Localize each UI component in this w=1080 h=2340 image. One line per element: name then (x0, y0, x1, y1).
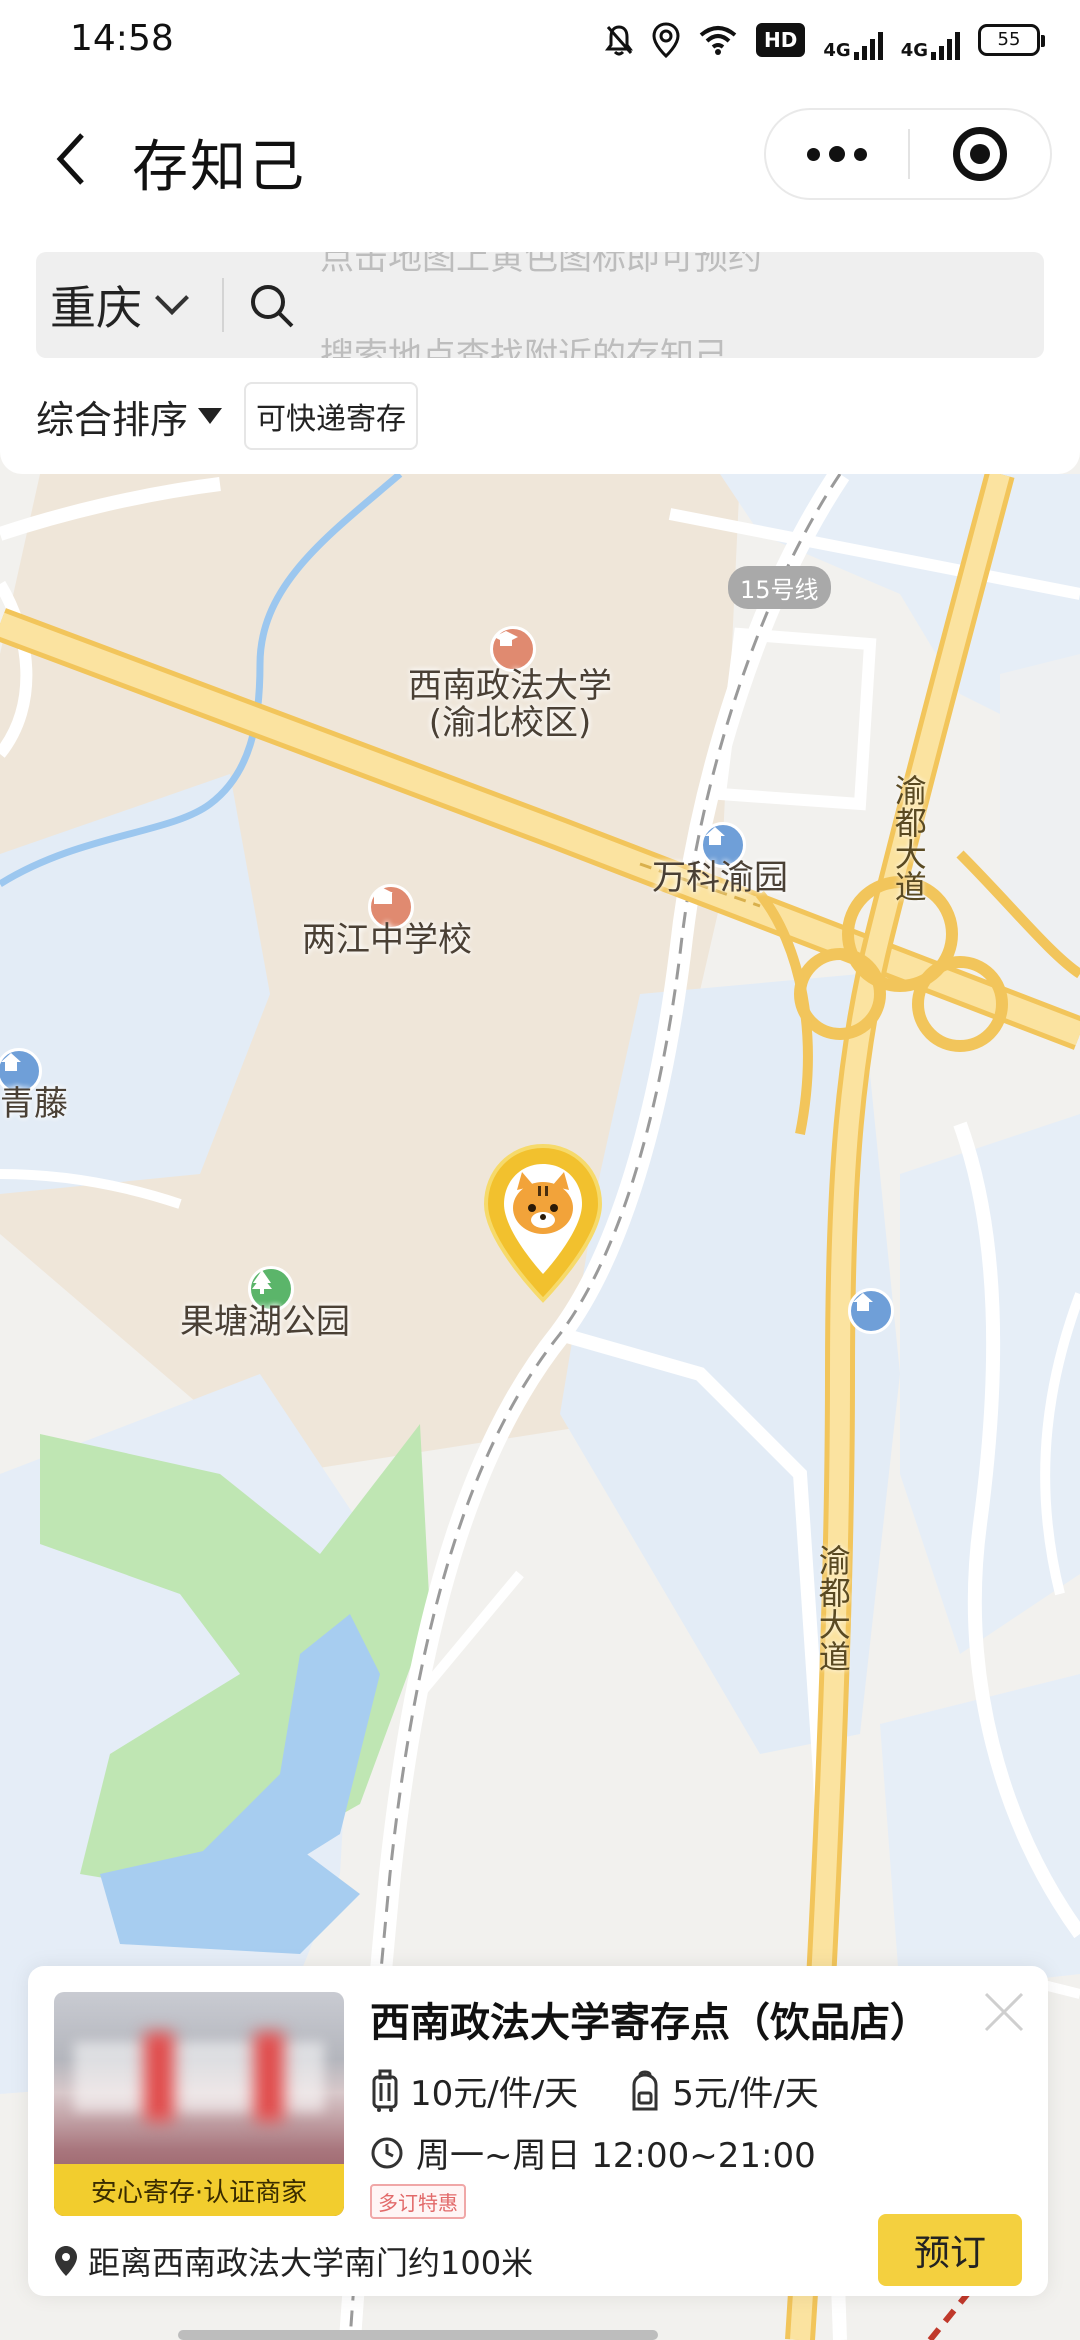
hd-icon: HD (756, 23, 806, 57)
poi-left-label[interactable]: 青藤 (0, 1085, 68, 1123)
promo-tag: 多订特惠 (370, 2184, 466, 2219)
home-indicator[interactable] (178, 2330, 658, 2340)
express-storage-filter[interactable]: 可快递寄存 (244, 382, 419, 450)
back-button[interactable] (40, 124, 100, 194)
page-title: 存知己 (132, 135, 306, 200)
sort-label: 综合排序 (36, 397, 189, 442)
signal-icon: 4G (823, 20, 883, 61)
search-input[interactable]: 点击地图上黄色图标即可预约 搜索地点查找附近的存知己 (320, 252, 1020, 358)
network-type-2: 4G (900, 40, 928, 61)
close-miniapp-button[interactable] (910, 110, 1050, 198)
more-button[interactable] (766, 110, 908, 198)
city-label: 重庆 (50, 281, 142, 335)
metro-line-label: 15号线 (728, 566, 831, 609)
nav-bar: 存知己 (0, 84, 1080, 234)
clock-icon (371, 2137, 403, 2168)
status-icons: HD 4G 4G 55 (604, 20, 1045, 61)
distance-text: 距离西南政法大学南门约100米 (88, 2244, 534, 2282)
city-selector[interactable]: 重庆 (50, 252, 189, 358)
poi-university-name: 西南政法大学 (408, 666, 612, 706)
miniapp-capsule (764, 108, 1052, 200)
location-pin-icon (55, 2246, 77, 2276)
filter-bar: 综合排序 可快递寄存 (36, 382, 419, 450)
luggage-price: 10元/件/天 (370, 2066, 578, 2115)
poi-school-label[interactable]: 两江中学校 (302, 921, 472, 959)
search-hint: 搜索地点查找附近的存知己 (320, 336, 728, 358)
distance-info: 距离西南政法大学南门约100米 (54, 2238, 533, 2284)
status-bar: 14:58 HD 4G 4G 55 (0, 0, 1080, 84)
price-row: 10元/件/天 5元/件/天 (370, 2066, 819, 2115)
road-label-yudu-1: 渝都大道 (888, 774, 928, 909)
sort-dropdown[interactable]: 综合排序 (36, 389, 223, 444)
search-box[interactable]: 重庆 点击地图上黄色图标即可预约 搜索地点查找附近的存知己 (36, 252, 1044, 358)
location-icon (652, 20, 680, 60)
store-card[interactable]: 安心寄存·认证商家 西南政法大学寄存点（饮品店） 10元/件/天 5元/件/天 … (28, 1966, 1048, 2296)
poi-park-label[interactable]: 果塘湖公园 (180, 1303, 350, 1341)
store-title: 西南政法大学寄存点（饮品店） (370, 2000, 930, 2046)
book-button[interactable]: 预订 (878, 2214, 1022, 2286)
signal-icon-2: 4G (901, 20, 960, 60)
poi-university-label[interactable]: 西南政法大学 (渝北校区) (405, 666, 615, 744)
store-photo[interactable]: 安心寄存·认证商家 (54, 1992, 344, 2216)
verified-badge: 安心寄存·认证商家 (54, 2164, 344, 2216)
search-icon (251, 285, 294, 328)
poi-residence-label[interactable]: 万科渝园 (652, 859, 788, 897)
search-panel: 重庆 点击地图上黄色图标即可预约 搜索地点查找附近的存知己 综合排序 可快递寄存 (0, 234, 1080, 474)
bag-price-text: 5元/件/天 (672, 2074, 819, 2114)
mute-bell-icon (604, 20, 634, 60)
opening-hours: 周一~周日 12:00~21:00 (370, 2128, 816, 2177)
network-type: 4G (823, 40, 851, 61)
close-icon[interactable] (982, 1990, 1026, 2034)
poi-university-campus: (渝北校区) (428, 703, 592, 744)
road-label-yudu-2: 渝都大道 (812, 1544, 852, 1679)
status-time: 14:58 (70, 18, 174, 59)
road-label-yudu-1-text: 渝都大道 (889, 774, 928, 902)
battery-icon: 55 (978, 24, 1045, 56)
store-marker-tiger-icon[interactable] (482, 1142, 604, 1306)
suitcase-icon (372, 2069, 398, 2112)
residence-icon-bottom[interactable] (848, 1288, 894, 1334)
luggage-price-text: 10元/件/天 (410, 2074, 579, 2114)
bag-price: 5元/件/天 (628, 2066, 819, 2115)
back-arrow-icon (56, 133, 84, 185)
search-divider (222, 278, 224, 332)
triangle-down-icon (198, 408, 223, 424)
backpack-icon (632, 2070, 658, 2110)
wifi-icon (698, 20, 738, 60)
road-label-yudu-2-text: 渝都大道 (813, 1544, 852, 1672)
search-hint-previous: 点击地图上黄色图标即可预约 (320, 252, 762, 278)
opening-hours-text: 周一~周日 12:00~21:00 (416, 2136, 816, 2176)
chevron-down-icon (155, 281, 189, 315)
target-icon (953, 127, 1007, 181)
